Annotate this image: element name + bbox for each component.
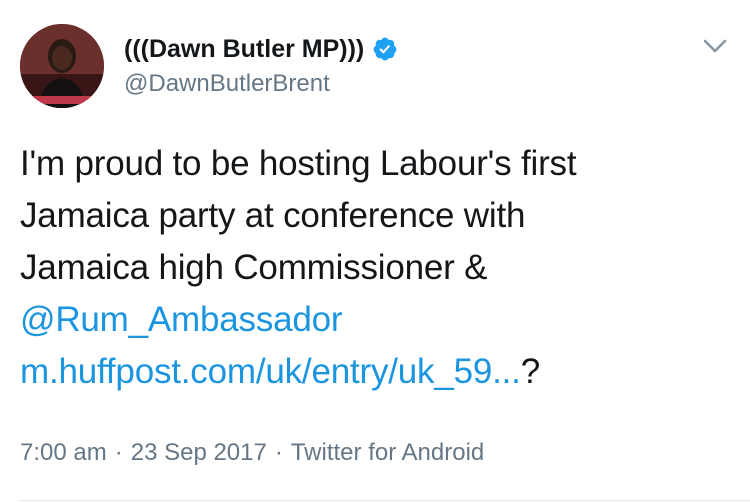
- author-name-row[interactable]: (((Dawn Butler MP))): [124, 32, 398, 66]
- divider: [20, 500, 750, 501]
- chevron-down-icon[interactable]: [700, 34, 730, 58]
- tweet-text-line: Jamaica party at conference with: [20, 196, 526, 235]
- profile-photo-icon: [20, 24, 104, 108]
- tweet-text: I'm proud to be hosting Labour's first J…: [20, 138, 730, 398]
- tweet-text-line: Jamaica high Commissioner &: [20, 248, 488, 287]
- meta-separator: ·: [114, 439, 123, 466]
- verified-badge-icon: [372, 36, 398, 62]
- display-name[interactable]: (((Dawn Butler MP))): [124, 35, 364, 64]
- mention-link[interactable]: @Rum_Ambassador: [20, 300, 343, 339]
- meta-separator: ·: [274, 439, 283, 466]
- tweet-date[interactable]: 23 Sep 2017: [131, 439, 267, 466]
- tweet-source[interactable]: Twitter for Android: [291, 439, 484, 466]
- avatar[interactable]: [20, 24, 104, 108]
- tweet-text-suffix: ?: [520, 352, 540, 391]
- tweet-time[interactable]: 7:00 am: [20, 439, 107, 466]
- tweet-card: (((Dawn Butler MP))) @DawnButlerBrent I'…: [0, 0, 750, 503]
- tweet-meta: 7:00 am · 23 Sep 2017 · Twitter for Android: [20, 439, 484, 467]
- author-handle[interactable]: @DawnButlerBrent: [124, 70, 330, 98]
- tweet-text-line: I'm proud to be hosting Labour's first: [20, 144, 577, 183]
- article-link[interactable]: m.huffpost.com/uk/entry/uk_59...: [20, 352, 521, 391]
